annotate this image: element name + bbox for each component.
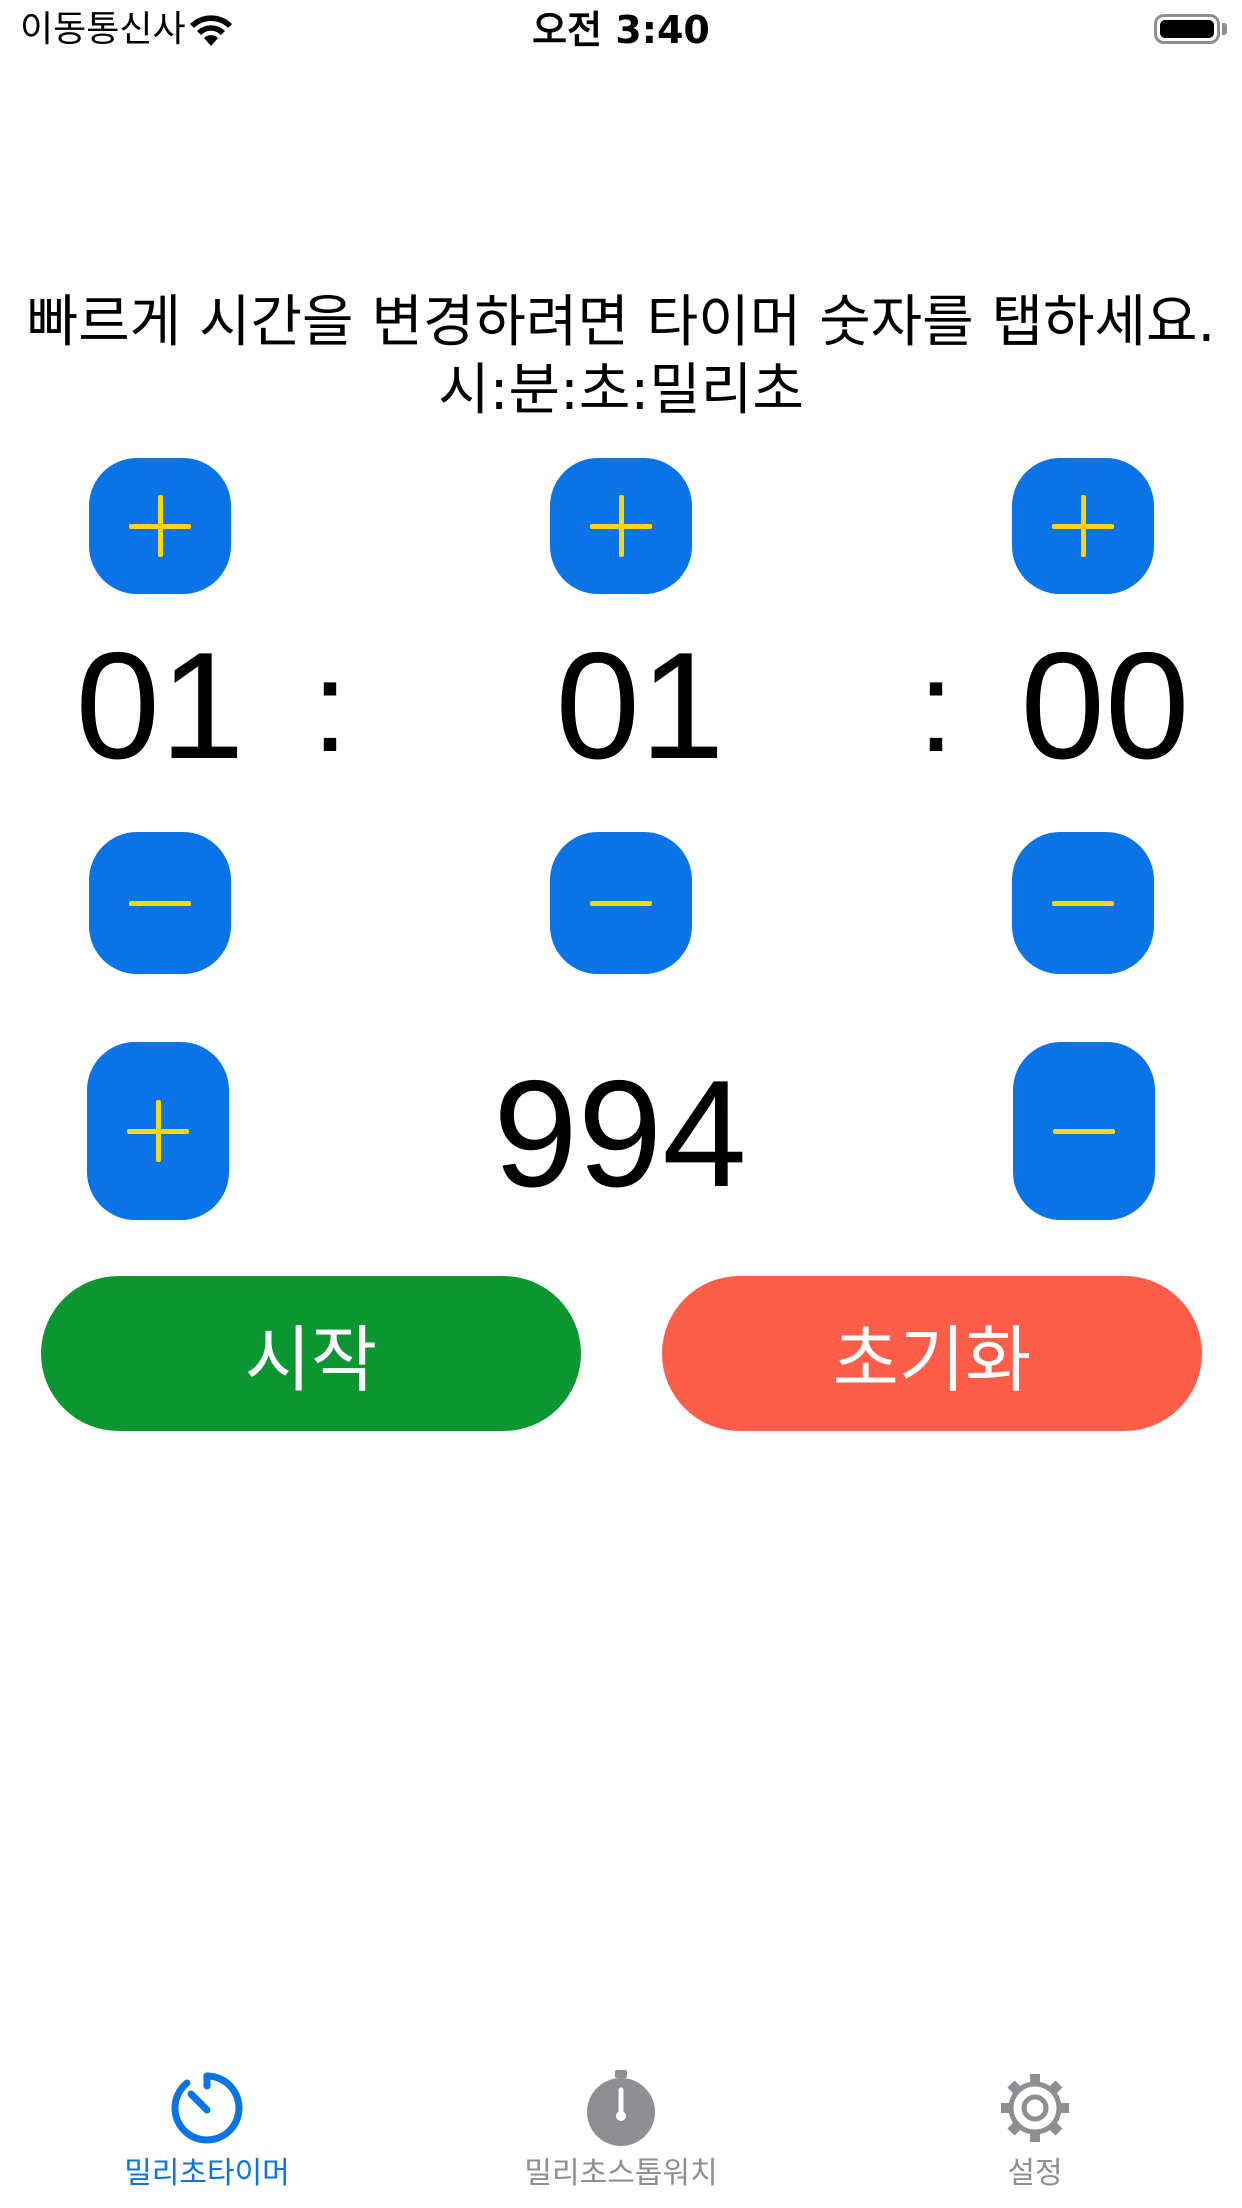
reset-button-label: 초기화: [832, 1318, 1032, 1402]
battery-icon: [1154, 14, 1220, 44]
plus-icon: [1052, 495, 1114, 557]
seconds-decrement-button[interactable]: [1012, 832, 1154, 974]
minus-icon: [129, 872, 191, 934]
start-button[interactable]: 시작: [41, 1276, 581, 1431]
instruction-text: 빠르게 시간을 변경하려면 타이머 숫자를 탭하세요.: [26, 290, 1216, 355]
gear-icon: [1001, 2074, 1069, 2142]
seconds-increment-button[interactable]: [1012, 458, 1154, 594]
plus-icon: [127, 1100, 189, 1162]
battery-cap: [1222, 23, 1227, 35]
tab-settings[interactable]: 설정: [828, 2068, 1242, 2194]
timer-icon: [171, 2072, 243, 2144]
minutes-decrement-button[interactable]: [550, 832, 692, 974]
minutes-display[interactable]: 01: [520, 626, 760, 786]
hours-increment-button[interactable]: [89, 458, 231, 594]
tab-label: 밀리초타이머: [124, 2156, 290, 2191]
tab-milli-timer[interactable]: 밀리초타이머: [0, 2068, 414, 2194]
plus-icon: [129, 495, 191, 557]
milliseconds-decrement-button[interactable]: [1013, 1042, 1155, 1220]
minus-icon: [590, 872, 652, 934]
reset-button[interactable]: 초기화: [662, 1276, 1202, 1431]
minus-icon: [1053, 1100, 1115, 1162]
colon-separator: :: [917, 633, 955, 779]
plus-icon: [590, 495, 652, 557]
start-button-label: 시작: [244, 1318, 378, 1402]
tab-label: 설정: [1007, 2156, 1063, 2191]
hours-decrement-button[interactable]: [89, 832, 231, 974]
hours-display[interactable]: 01: [40, 626, 280, 786]
format-hint: 시:분:초:밀리초: [438, 358, 804, 423]
tab-label: 밀리초스톱워치: [524, 2156, 718, 2191]
minus-icon: [1052, 872, 1114, 934]
milliseconds-display[interactable]: 994: [420, 1054, 820, 1214]
colon-separator: :: [311, 633, 349, 779]
minutes-increment-button[interactable]: [550, 458, 692, 594]
stopwatch-icon: [587, 2070, 655, 2146]
seconds-display[interactable]: 00: [985, 626, 1225, 786]
tab-milli-stopwatch[interactable]: 밀리초스톱워치: [414, 2068, 828, 2194]
status-time: 오전 3:40: [532, 8, 710, 52]
milliseconds-increment-button[interactable]: [87, 1042, 229, 1220]
